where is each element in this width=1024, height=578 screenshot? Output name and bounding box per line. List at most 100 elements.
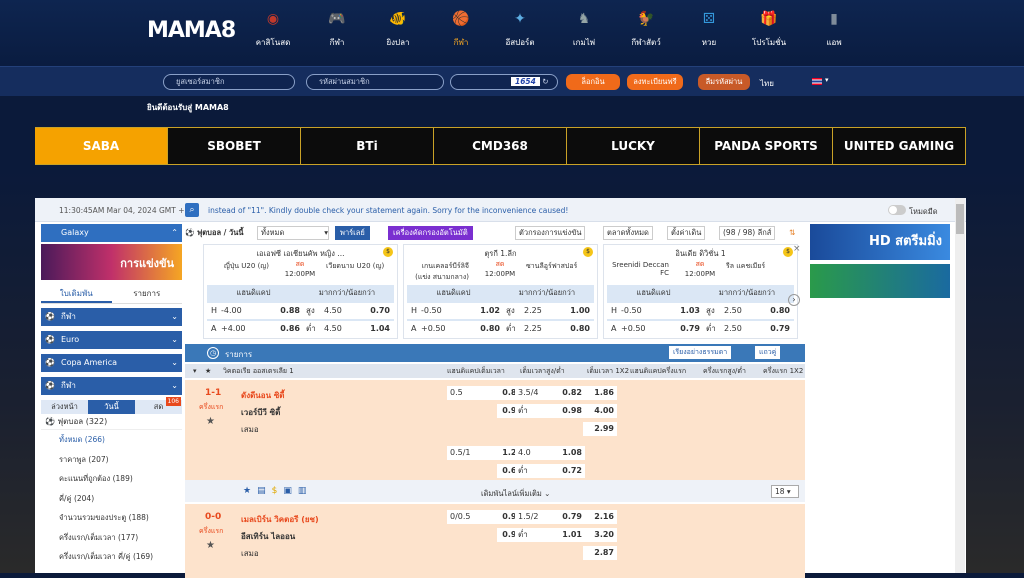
subtab-today[interactable]: วันนี้ (88, 400, 135, 414)
nav-item-2[interactable]: 🐠 ยิงปลา (373, 8, 423, 49)
promo-banner[interactable]: การแข่งขัน (41, 244, 182, 280)
caret-down-icon[interactable]: ▾ (825, 76, 829, 84)
provider-2[interactable]: BTi (301, 127, 434, 165)
odds-price[interactable]: 0.82 (555, 386, 585, 400)
stats-icon[interactable]: ▥ (298, 486, 307, 496)
odds-price[interactable]: 0.79 (666, 321, 700, 337)
bet-builder-button[interactable]: เครื่องคัดกรองอัตโนมัติ (388, 226, 473, 240)
featured-match-card[interactable]: เอเอฟซี เอเชียนคัพ หญิง ... $ ญี่ปุ่น U20 … (203, 244, 398, 339)
login-button[interactable]: ล็อกอิน (566, 74, 620, 90)
odds-price[interactable]: 2.99 (583, 422, 617, 436)
odds-ou-price[interactable]: 1.00 (556, 303, 590, 319)
tv-icon[interactable]: ▣ (283, 486, 292, 496)
more-count-select[interactable]: 18 ▾ (771, 485, 799, 498)
nav-item-7[interactable]: ⚄ หวย (684, 8, 734, 49)
galaxy-header[interactable]: Galaxy ⌃ (41, 224, 182, 242)
chevron-right-icon[interactable]: › (788, 294, 800, 306)
featured-match-card[interactable]: ตุรกี 1.ลีก $ เกนเคลอร์บีร์ลิจี (แข่ง สนาม… (403, 244, 598, 339)
hd-streaming-banner[interactable]: HD สตรีมมิ่ง (810, 224, 950, 260)
coin-icon[interactable]: $ (272, 486, 278, 496)
register-button[interactable]: ลงทะเบียนฟรี (627, 74, 683, 90)
away-team[interactable]: เวอร์บีวี ซิตี้ (241, 406, 280, 419)
odds-row[interactable]: H -0.50 1.03 สูง 2.50 0.80 (607, 303, 794, 319)
nav-item-3[interactable]: 🏀 กีฬา (436, 8, 486, 49)
market-item[interactable]: คี่/คู่ (204) (41, 489, 182, 509)
odds-row[interactable]: H -4.00 0.88 สูง 4.50 0.70 (207, 303, 394, 319)
sidebar-section-0[interactable]: ⚽ กีฬา ⌄ (41, 308, 182, 326)
odds-price[interactable]: 1.86 (583, 386, 617, 400)
odds-row[interactable]: H -0.50 1.02 สูง 2.25 1.00 (407, 303, 594, 319)
match-filter-select[interactable]: ตัวกรองการแข่งขัน (515, 226, 586, 240)
nav-item-4[interactable]: ✦ อีสปอร์ต (495, 8, 545, 49)
nav-item-5[interactable]: ♞ เกมไพ่ (559, 8, 609, 49)
odds-ou-price[interactable]: 0.70 (356, 303, 390, 319)
odds-price[interactable]: 0.80 (466, 321, 500, 337)
nav-item-0[interactable]: ◉ คาสิโนสด (248, 8, 298, 49)
refresh-icon[interactable]: ↻ (542, 77, 548, 86)
odds-price[interactable]: 4.00 (583, 404, 617, 418)
sort-arrows-icon[interactable]: ⇅ (789, 224, 795, 242)
market-item[interactable]: ทั้งหมด (266) (41, 430, 182, 450)
thai-flag-icon[interactable] (812, 78, 822, 85)
sidebar-section-2[interactable]: ⚽ Copa America ⌄ (41, 354, 182, 372)
subtab-live[interactable]: สด 106 (135, 397, 182, 414)
filter-select[interactable]: ทั้งหมด ▾ (257, 226, 329, 240)
provider-3[interactable]: CMD368 (434, 127, 567, 165)
brand-logo[interactable]: MAMA8 (147, 18, 236, 43)
home-team[interactable]: ดังดีนอน ซิตี้ (241, 389, 284, 402)
odds-price[interactable]: 3.20 (583, 528, 617, 542)
provider-4[interactable]: LUCKY (567, 127, 700, 165)
forgot-password-button[interactable]: ลืมรหัสผ่าน (698, 74, 750, 90)
odds-ou-price[interactable]: 0.79 (756, 321, 790, 337)
subtab-early[interactable]: ล่วงหน้า (41, 400, 88, 414)
page-scrollbar[interactable] (955, 198, 965, 573)
market-item[interactable]: จำนวนรวมของประตู (188) (41, 508, 182, 528)
view-select[interactable]: แถวคู่ (755, 346, 781, 359)
odds-ou-price[interactable]: 0.80 (556, 321, 590, 337)
star-icon[interactable]: ★ (206, 540, 215, 551)
odds-row[interactable]: A +0.50 0.80 ต่ำ 2.25 0.80 (407, 321, 594, 337)
more-bets-link[interactable]: เดิมพันไลน์เพิ่มเติม ⌄ (481, 488, 550, 500)
night-mode-toggle[interactable] (888, 205, 906, 215)
language-label[interactable]: ไทย (760, 77, 774, 90)
sidebar-section-3[interactable]: ⚽ กีฬา ⌄ (41, 377, 182, 395)
nav-item-1[interactable]: 🎮 กีฬา (312, 8, 362, 49)
market-item[interactable]: ราคาพูล (207) (41, 450, 182, 470)
odds-price[interactable]: 0.88 (266, 303, 300, 319)
settings-select[interactable]: ตั้งค่าเดิน (667, 226, 706, 240)
provider-0[interactable]: SABA (35, 127, 168, 165)
odds-price[interactable]: 1.01 (555, 528, 585, 542)
tab-list[interactable]: รายการ (112, 284, 183, 303)
nav-item-6[interactable]: 🐓 กีฬาสัตว์ (621, 8, 671, 49)
market-item[interactable]: คะแนนที่ถูกต้อง (189) (41, 469, 182, 489)
odds-ou-price[interactable]: 1.04 (356, 321, 390, 337)
scoreboard-icon[interactable]: ▤ (257, 486, 266, 496)
odds-ou-price[interactable]: 0.80 (756, 303, 790, 319)
search-icon[interactable]: ⌕ (185, 203, 199, 217)
nav-item-9[interactable]: ▮ แอพ (809, 8, 859, 49)
odds-price[interactable]: 0.79 (555, 510, 585, 524)
odds-price[interactable]: 0.72 (555, 464, 585, 478)
captcha-input[interactable]: 1654 ↻ (450, 74, 558, 90)
parlay-button[interactable]: พาร์เลย์ (335, 226, 370, 240)
market-item[interactable]: ครึ่งแรก/เต็มเวลา คี่/คู่ (169) (41, 547, 182, 567)
provider-5[interactable]: PANDA SPORTS (700, 127, 833, 165)
nav-item-8[interactable]: 🎁 โปรโมชั่น (744, 8, 794, 49)
username-input[interactable]: ยูสเซอร์สมาชิก (163, 74, 295, 90)
star-icon[interactable]: ★ (206, 416, 215, 427)
sport-soccer[interactable]: ⚽ ฟุตบอล (322) (41, 414, 182, 430)
provider-6[interactable]: UNITED GAMING (833, 127, 966, 165)
market-item[interactable]: ครึ่งแรก/เต็มเวลา (177) (41, 528, 182, 548)
away-team[interactable]: อีสเทิร์น ไลออน (241, 530, 295, 543)
odds-row[interactable]: A +4.00 0.86 ต่ำ 4.50 1.04 (207, 321, 394, 337)
odds-price[interactable]: 2.16 (583, 510, 617, 524)
caret-down-icon[interactable]: ▾ (193, 364, 197, 378)
home-team[interactable]: เมลเบิร์น วิคตอรี (ยช) (241, 513, 319, 526)
odds-price[interactable]: 1.08 (555, 446, 585, 460)
star-icon[interactable]: ★ (205, 364, 211, 378)
market-select[interactable]: ตลาดทั้งหมด (603, 226, 653, 240)
password-input[interactable]: รหัสผ่านสมาชิก (306, 74, 444, 90)
featured-match-card[interactable]: อินเดีย ดิวิชั่น 1 $ Sreenidi Deccan FC สด 1… (603, 244, 798, 339)
odds-price[interactable]: 1.02 (466, 303, 500, 319)
close-icon[interactable]: × (793, 244, 801, 254)
